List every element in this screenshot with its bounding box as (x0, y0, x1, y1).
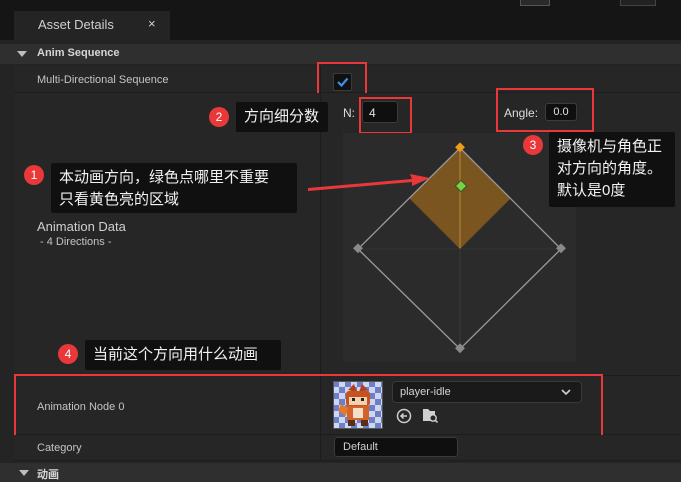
toolbar-control[interactable] (520, 0, 550, 6)
toolbar-control[interactable] (620, 0, 656, 6)
highlight-box-n (359, 97, 412, 134)
column-divider (320, 93, 321, 375)
direction-diagram[interactable] (343, 133, 576, 362)
category-label: Category (37, 442, 82, 454)
animation-data-label: Animation Data (37, 219, 126, 234)
tab-title: Asset Details (38, 17, 114, 32)
close-icon[interactable]: × (148, 16, 156, 31)
column-divider (320, 435, 321, 460)
category-input[interactable]: Default (334, 437, 458, 457)
callout-text: 本动画方向，绿色点哪里不重要 只看黄色亮的区域 (51, 163, 297, 213)
arrow-icon (308, 174, 430, 191)
callout-badge: 3 (523, 135, 543, 155)
section-header-animation[interactable] (0, 463, 681, 482)
callout-text: 摄像机与角色正 对方向的角度。 默认是0度 (549, 132, 675, 207)
property-label: Multi-Directional Sequence (37, 74, 169, 86)
section-title: Anim Sequence (37, 47, 120, 59)
n-label: N: (343, 106, 355, 120)
callout-badge: 4 (58, 344, 78, 364)
highlight-box-animation-node (14, 374, 603, 437)
collapse-triangle-icon[interactable] (17, 51, 27, 57)
callout-badge: 1 (24, 165, 44, 185)
callout-text: 方向细分数 (236, 102, 328, 132)
highlight-box-angle (496, 88, 594, 132)
callout-text: 当前这个方向用什么动画 (85, 340, 281, 370)
collapse-triangle-icon[interactable] (19, 470, 29, 476)
section-title: 动画 (37, 469, 59, 481)
top-strip (0, 0, 681, 11)
callout-badge: 2 (209, 107, 229, 127)
animation-data-directions: - 4 Directions - (40, 236, 112, 248)
